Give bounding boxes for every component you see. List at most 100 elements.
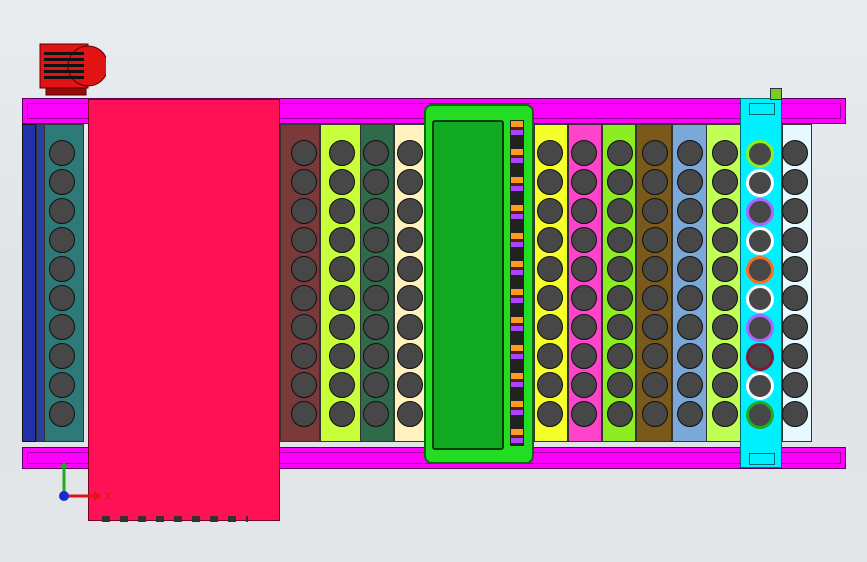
tray-hole (712, 198, 738, 224)
tray-hole (712, 372, 738, 398)
tray-hole (677, 198, 703, 224)
tray-hole (712, 401, 738, 427)
axis-triad: X (59, 462, 112, 503)
tray-hole (329, 227, 355, 253)
cyan-plate-hole (746, 256, 774, 284)
tray-hole (537, 372, 563, 398)
tray-hole (607, 169, 633, 195)
tray-hole (49, 227, 75, 253)
tray-hole (782, 198, 808, 224)
cyan-plate-hole (746, 169, 774, 197)
tray-hole (49, 198, 75, 224)
tray-hole (712, 343, 738, 369)
tray-hole (397, 285, 423, 311)
cyan-plate-hole (746, 372, 774, 400)
tray-hole (677, 140, 703, 166)
green-module-chain (510, 120, 524, 446)
tray-hole (782, 343, 808, 369)
tray-hole (49, 401, 75, 427)
cad-viewport[interactable]: X (0, 0, 867, 562)
cyan-plate-hole (746, 140, 774, 168)
tray-hole (537, 256, 563, 282)
tray-hole (291, 372, 317, 398)
tray-hole (363, 343, 389, 369)
tray-hole (571, 198, 597, 224)
tray-hole (363, 256, 389, 282)
tray-hole (782, 401, 808, 427)
green-module-frame[interactable] (424, 104, 534, 464)
tray-hole (677, 372, 703, 398)
tray-hole (607, 285, 633, 311)
cyan-plate-hole (746, 198, 774, 226)
tray-hole (571, 169, 597, 195)
cyan-plate-hole (746, 314, 774, 342)
tray-hole (607, 256, 633, 282)
tray-hole (642, 401, 668, 427)
tray-hole (291, 285, 317, 311)
tray-hole (291, 198, 317, 224)
tray-hole (537, 169, 563, 195)
tray-hole (49, 256, 75, 282)
tray-hole (782, 140, 808, 166)
tray-hole (49, 169, 75, 195)
tray-hole (642, 227, 668, 253)
cover-bottom-tabs (102, 516, 248, 522)
tray-hole (782, 227, 808, 253)
tray-hole (329, 285, 355, 311)
tray-hole (642, 343, 668, 369)
tray-hole (537, 140, 563, 166)
tray-hole (49, 140, 75, 166)
tray-hole (397, 169, 423, 195)
tray-hole (537, 343, 563, 369)
tray-hole (329, 372, 355, 398)
tray-hole (329, 198, 355, 224)
tray-hole (397, 372, 423, 398)
tray-hole (607, 372, 633, 398)
tray-hole (571, 401, 597, 427)
tray-hole (397, 198, 423, 224)
drive-motor[interactable] (38, 42, 106, 97)
tray-hole (397, 140, 423, 166)
tray-hole (712, 140, 738, 166)
cyan-plate-bottom-tab (749, 453, 775, 465)
tray-hole (607, 401, 633, 427)
tray-hole (642, 140, 668, 166)
tray-hole (363, 401, 389, 427)
tray-hole (363, 372, 389, 398)
tray-hole (607, 343, 633, 369)
tray-hole (571, 256, 597, 282)
tray-hole (397, 343, 423, 369)
tray-hole (677, 343, 703, 369)
tray-hole (363, 285, 389, 311)
tray-hole (782, 285, 808, 311)
cyan-plate-hole (746, 285, 774, 313)
tray-hole (677, 169, 703, 195)
cyan-plate-top-tab (749, 103, 775, 115)
tray-hole (642, 314, 668, 340)
tray-hole (677, 285, 703, 311)
tray-hole (607, 314, 633, 340)
tray-hole (49, 372, 75, 398)
tray-hole (712, 256, 738, 282)
tray-hole (329, 343, 355, 369)
tray-hole (571, 140, 597, 166)
tray-hole (537, 401, 563, 427)
tray-hole (782, 256, 808, 282)
tray-hole (329, 314, 355, 340)
tray-hole (329, 140, 355, 166)
pink-cover-plate[interactable] (88, 99, 280, 521)
tray-hole (712, 314, 738, 340)
tray-hole (397, 314, 423, 340)
cyan-plate-hole (746, 227, 774, 255)
tray-hole (571, 227, 597, 253)
tray-hole (363, 169, 389, 195)
tray-hole (291, 343, 317, 369)
left-end-cap[interactable] (22, 124, 36, 442)
axis-x-label: X (104, 490, 112, 503)
tray-hole (397, 256, 423, 282)
tray-hole (329, 169, 355, 195)
tray-hole (49, 285, 75, 311)
cyan-plate-hole (746, 401, 774, 429)
tray-hole (363, 140, 389, 166)
tray-hole (571, 343, 597, 369)
